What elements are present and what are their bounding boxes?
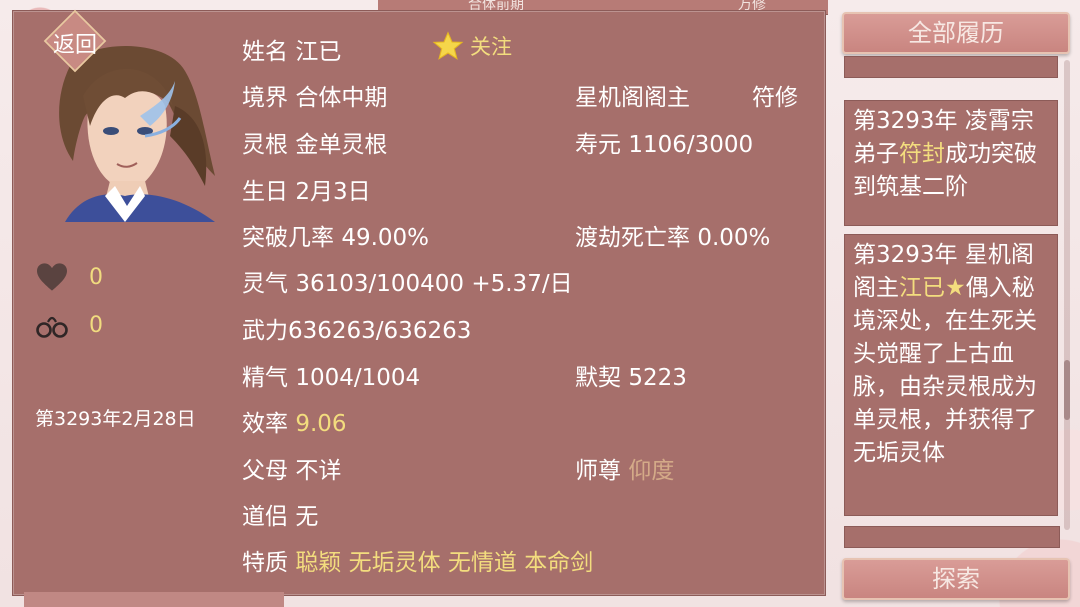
traits-row: 特质 聪颖 无垢灵体 无情道 本命剑 bbox=[242, 543, 593, 577]
handcuffs-icon bbox=[36, 316, 68, 338]
follow-button[interactable]: 关注 bbox=[432, 30, 512, 62]
realm-row: 境界 合体中期 bbox=[242, 78, 387, 112]
heart-icon bbox=[37, 263, 67, 291]
star-icon bbox=[432, 31, 464, 60]
realm-value: 合体中期 bbox=[295, 85, 388, 111]
hearts-count: 0 bbox=[89, 264, 103, 290]
lifespan-value: 1106/3000 bbox=[628, 132, 754, 158]
force-label: 武力 bbox=[242, 318, 288, 344]
log-entry-cutoff bbox=[844, 56, 1058, 78]
master-value[interactable]: 仰度 bbox=[628, 458, 674, 484]
tribulation-row: 渡劫死亡率 0.00% bbox=[575, 218, 770, 252]
essence-value: 1004/1004 bbox=[295, 365, 421, 391]
qi-row: 灵气 36103/100400 +5.37/日 bbox=[242, 264, 573, 298]
root-value: 金单灵根 bbox=[295, 132, 388, 158]
tacit-row: 默契 5223 bbox=[575, 358, 687, 392]
qi-label: 灵气 bbox=[242, 271, 288, 297]
game-date: 第3293年2月28日 bbox=[35, 408, 196, 430]
traits-label: 特质 bbox=[242, 550, 288, 576]
bottom-bar-fragment bbox=[24, 592, 284, 607]
traits-value: 聪颖 无垢灵体 无情道 本命剑 bbox=[295, 550, 594, 576]
essence-label: 精气 bbox=[242, 365, 288, 391]
log-entry: 第3293年 凌霄宗弟子符封成功突破到筑基二阶 bbox=[844, 100, 1058, 226]
log-entry-cutoff bbox=[844, 526, 1060, 548]
efficiency-value: 9.06 bbox=[295, 411, 347, 437]
force-row: 武力636263/636263 bbox=[242, 311, 471, 345]
partner-label: 道侣 bbox=[242, 504, 288, 530]
position-title: 星机阁阁主 bbox=[575, 85, 690, 111]
essence-row: 精气 1004/1004 bbox=[242, 358, 420, 392]
birthday-row: 生日 2月3日 bbox=[242, 172, 371, 206]
root-label: 灵根 bbox=[242, 132, 288, 158]
breakthrough-value: 49.00% bbox=[341, 225, 430, 251]
realm-label: 境界 bbox=[242, 85, 288, 111]
efficiency-label: 效率 bbox=[242, 411, 288, 437]
explore-button[interactable]: 探索 bbox=[842, 558, 1070, 600]
log-entry: 第3293年 星机阁阁主江已★偶入秘境深处，在生死关头觉醒了上古血脉，由杂灵根成… bbox=[844, 234, 1058, 516]
breakthrough-label: 突破几率 bbox=[242, 225, 334, 251]
qi-value: 36103/100400 +5.37/日 bbox=[295, 271, 573, 297]
lifespan-row: 寿元 1106/3000 bbox=[575, 125, 753, 159]
back-button[interactable]: 返回 bbox=[35, 9, 115, 73]
history-column: 全部履历 第3293年 凌霄宗弟子符封成功突破到筑基二阶 第3293年 星机阁阁… bbox=[842, 10, 1070, 600]
parents-value: 不详 bbox=[295, 458, 342, 484]
lifespan-label: 寿元 bbox=[575, 132, 621, 158]
shackles-stat: 0 bbox=[35, 310, 103, 340]
shackles-count: 0 bbox=[89, 312, 103, 338]
partner-value: 无 bbox=[295, 504, 319, 530]
name-label: 姓名 bbox=[242, 39, 288, 65]
name-value: 江已 bbox=[295, 39, 342, 65]
all-history-button[interactable]: 全部履历 bbox=[842, 12, 1070, 54]
back-label: 返回 bbox=[52, 33, 97, 58]
partner-row: 道侣 无 bbox=[242, 497, 318, 531]
force-value: 636263/636263 bbox=[288, 318, 472, 344]
parents-row: 父母 不详 bbox=[242, 451, 341, 485]
tribulation-label: 渡劫死亡率 bbox=[575, 225, 690, 251]
parents-label: 父母 bbox=[242, 458, 288, 484]
history-scrollbar[interactable] bbox=[1064, 60, 1070, 530]
birthday-label: 生日 bbox=[242, 179, 288, 205]
tribulation-value: 0.00% bbox=[697, 225, 771, 251]
hearts-stat: 0 bbox=[35, 262, 103, 292]
position-role: 符修 bbox=[752, 85, 798, 111]
root-row: 灵根 金单灵根 bbox=[242, 125, 387, 159]
efficiency-row: 效率 9.06 bbox=[242, 404, 347, 438]
tacit-value: 5223 bbox=[628, 365, 687, 391]
breakthrough-row: 突破几率 49.00% bbox=[242, 218, 429, 252]
name-row: 姓名 江已 bbox=[242, 32, 341, 66]
master-row: 师尊 仰度 bbox=[575, 451, 674, 485]
master-label: 师尊 bbox=[575, 458, 621, 484]
birthday-value: 2月3日 bbox=[295, 179, 371, 205]
scroll-thumb[interactable] bbox=[1064, 360, 1070, 420]
tacit-label: 默契 bbox=[575, 365, 621, 391]
follow-label: 关注 bbox=[470, 35, 512, 59]
